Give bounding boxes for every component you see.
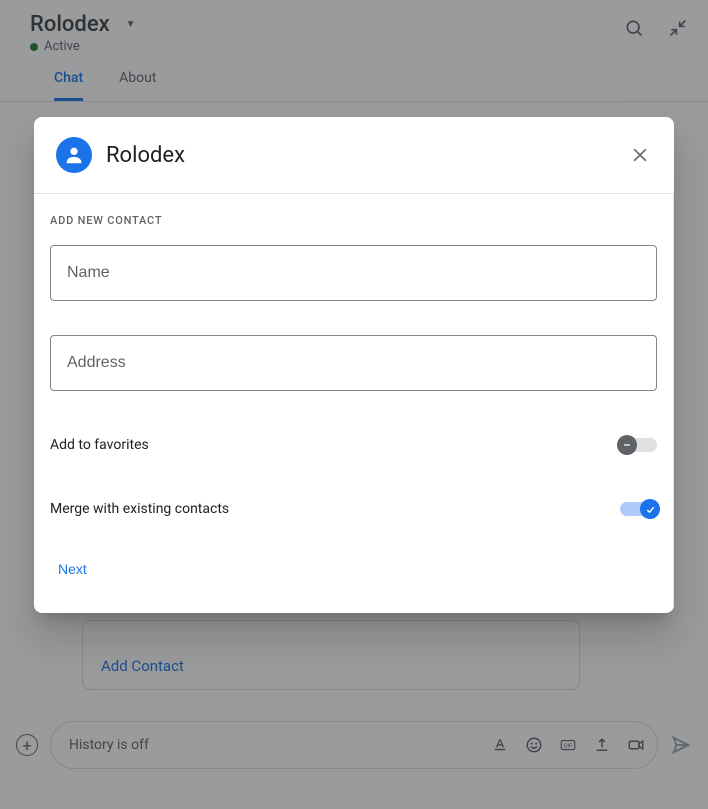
favorites-label: Add to favorites: [50, 437, 149, 453]
close-icon[interactable]: [628, 143, 652, 167]
rolodex-dialog: Rolodex ADD NEW CONTACT Add to favorites…: [34, 117, 674, 613]
merge-label: Merge with existing contacts: [50, 501, 229, 517]
favorites-toggle[interactable]: [620, 438, 657, 452]
address-field[interactable]: [50, 335, 657, 391]
modal-overlay: Rolodex ADD NEW CONTACT Add to favorites…: [0, 0, 708, 809]
section-label: ADD NEW CONTACT: [50, 214, 657, 227]
minus-icon: [617, 435, 637, 455]
dialog-title: Rolodex: [106, 143, 628, 168]
next-button[interactable]: Next: [50, 553, 95, 585]
name-field[interactable]: [50, 245, 657, 301]
check-icon: [640, 499, 660, 519]
person-icon: [56, 137, 92, 173]
merge-toggle[interactable]: [620, 502, 657, 516]
